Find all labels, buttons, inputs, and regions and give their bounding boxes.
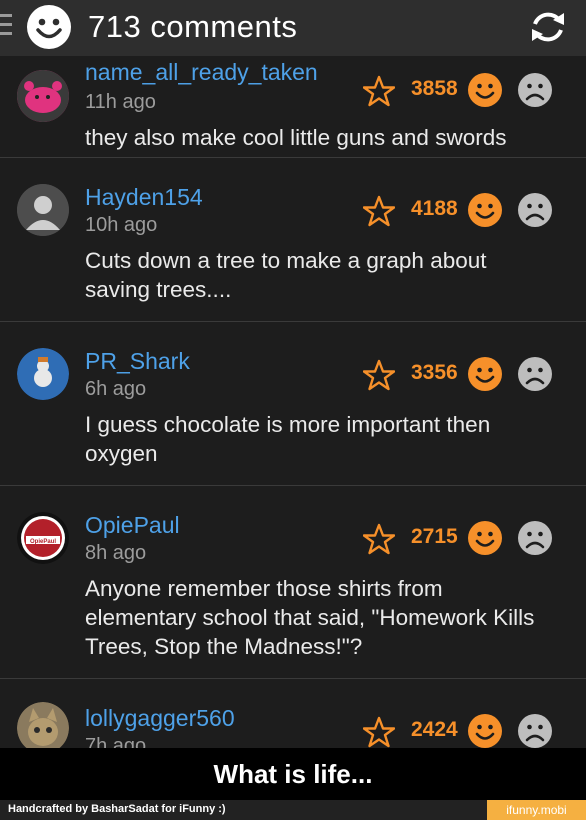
menu-icon[interactable] — [0, 14, 12, 40]
vote-count: 4188 — [411, 197, 458, 220]
page-title: 713 comments — [88, 9, 298, 44]
star-icon[interactable] — [363, 523, 395, 555]
comment-time: 11h ago — [85, 91, 156, 113]
avatar[interactable] — [17, 702, 69, 748]
smile-icon[interactable] — [467, 356, 503, 392]
smile-icon[interactable] — [467, 72, 503, 108]
comment-text: I guess chocolate is more important then… — [85, 412, 491, 466]
frown-icon[interactable] — [517, 520, 553, 556]
top-app-bar: 713 comments — [0, 0, 586, 56]
vote-count: 3858 — [411, 77, 458, 100]
frown-icon[interactable] — [517, 192, 553, 228]
comment-item: Hayden154 10h ago Cuts down a tree to ma… — [0, 158, 586, 322]
comment-item: PR_Shark 6h ago I guess chocolate is mor… — [0, 322, 586, 486]
vote-count: 2424 — [411, 718, 458, 741]
comment-username[interactable]: lollygagger560 — [85, 705, 235, 732]
refresh-icon[interactable] — [528, 7, 568, 47]
comment-text: they also make cool little guns and swor… — [85, 125, 507, 150]
star-icon[interactable] — [363, 195, 395, 227]
smiley-logo-icon — [27, 5, 71, 49]
comment-time: 6h ago — [85, 378, 147, 400]
comment-feed[interactable]: name_all_ready_taken 11h ago they also m… — [0, 56, 586, 748]
comment-item: lollygagger560 7h ago 2424 — [0, 679, 586, 748]
frown-icon[interactable] — [517, 713, 553, 748]
comment-item: name_all_ready_taken 11h ago they also m… — [0, 56, 586, 158]
brand-badge[interactable]: ifunny.mobi — [487, 800, 586, 820]
default-avatar-icon — [17, 184, 69, 236]
footer-bar: Handcrafted by BasharSadat for iFunny :)… — [0, 800, 586, 820]
comment-username[interactable]: Hayden154 — [85, 184, 203, 211]
comment-username[interactable]: PR_Shark — [85, 348, 190, 375]
smile-icon[interactable] — [467, 520, 503, 556]
star-icon[interactable] — [363, 716, 395, 748]
avatar-label: OpiePaul — [30, 539, 56, 545]
smile-icon[interactable] — [467, 192, 503, 228]
avatar-image: OpiePaul — [17, 512, 69, 564]
comment-item: OpiePaul OpiePaul 8h ago Anyone remember… — [0, 486, 586, 679]
vote-count: 3356 — [411, 361, 458, 384]
meme-caption: What is life... — [0, 748, 586, 800]
avatar-image — [17, 702, 69, 748]
credit-text: Handcrafted by BasharSadat for iFunny :) — [8, 803, 226, 815]
avatar[interactable]: OpiePaul — [17, 512, 69, 564]
comment-time: 8h ago — [85, 542, 147, 564]
avatar[interactable] — [17, 184, 69, 236]
star-icon[interactable] — [363, 359, 395, 391]
star-icon[interactable] — [363, 75, 395, 107]
avatar[interactable] — [17, 70, 69, 122]
comment-time: 10h ago — [85, 214, 158, 236]
comment-time: 7h ago — [85, 735, 147, 748]
comment-text: Anyone remember those shirts from elemen… — [85, 576, 535, 659]
avatar-image — [17, 348, 69, 400]
smile-icon[interactable] — [467, 713, 503, 748]
comment-text: Cuts down a tree to make a graph about s… — [85, 248, 487, 302]
avatar-image — [17, 70, 69, 122]
comment-username[interactable]: OpiePaul — [85, 512, 180, 539]
avatar[interactable] — [17, 348, 69, 400]
vote-count: 2715 — [411, 525, 458, 548]
frown-icon[interactable] — [517, 72, 553, 108]
frown-icon[interactable] — [517, 356, 553, 392]
comment-username[interactable]: name_all_ready_taken — [85, 59, 318, 86]
